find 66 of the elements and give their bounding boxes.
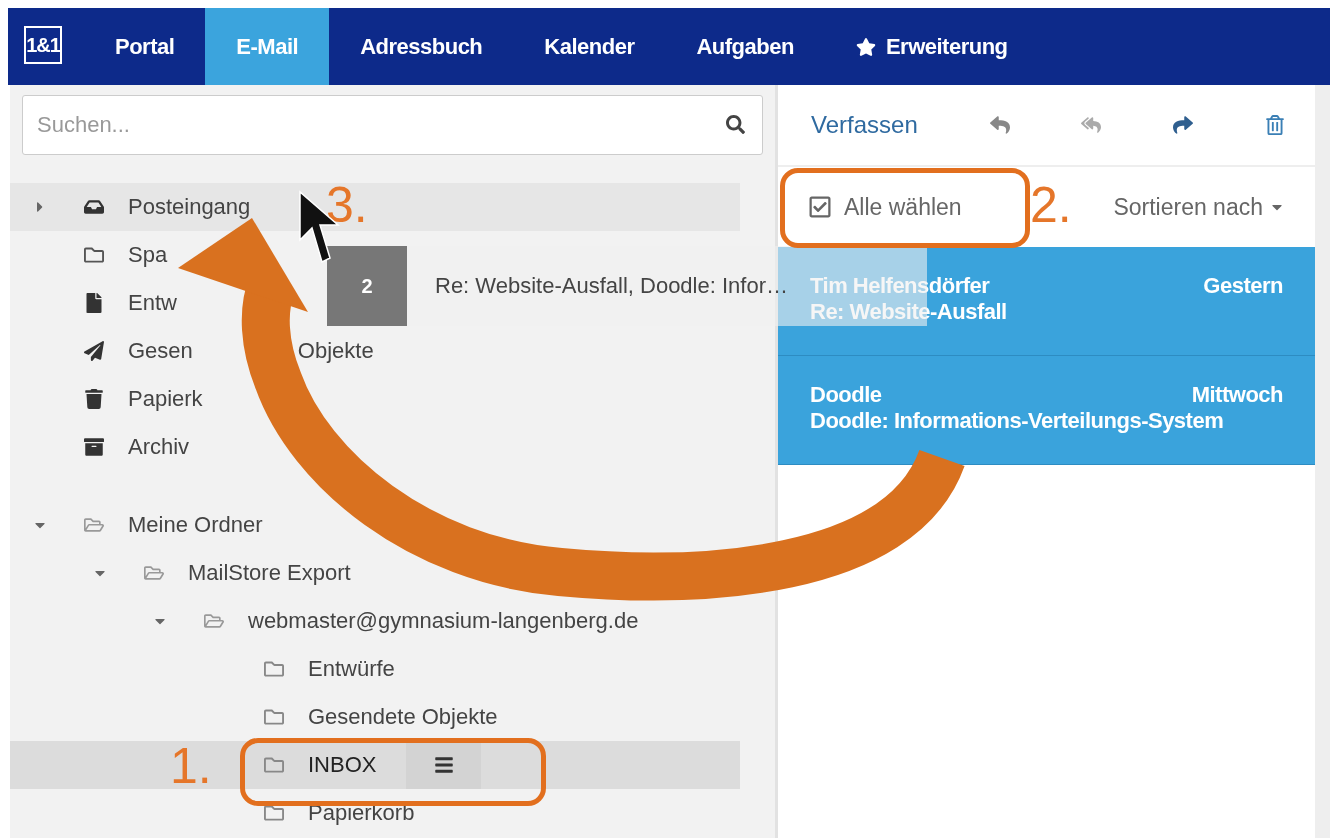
- open-folder-icon: [84, 515, 104, 535]
- folder-row[interactable]: Papierkorb: [10, 789, 415, 837]
- sender: Doodle: [810, 382, 882, 408]
- folder-label: MailStore Export: [188, 560, 351, 586]
- nav-tab[interactable]: Erweiterung: [824, 8, 1039, 85]
- step-number: 3.: [326, 180, 368, 230]
- menu-icon: [433, 755, 454, 775]
- checkbox-icon[interactable]: [808, 195, 832, 219]
- folder-label: Posteingang: [128, 194, 251, 220]
- folder-icon: [84, 245, 104, 265]
- search-field[interactable]: Suchen...: [22, 95, 763, 155]
- folder-label: Papierkorb: [308, 800, 415, 826]
- nav-tab[interactable]: Adressbuch: [329, 8, 514, 85]
- nav-tab[interactable]: Kalender: [513, 8, 666, 85]
- archive-icon: [84, 437, 104, 457]
- paper-plane-icon: [84, 341, 104, 361]
- folder-label: Gesendete Objekte: [308, 704, 498, 730]
- file-icon: [84, 293, 104, 313]
- sort-button[interactable]: Sortieren nach: [1113, 193, 1285, 221]
- subject: Doodle: Informations-Verteilungs-System: [810, 408, 1224, 433]
- folder-icon: [264, 755, 284, 775]
- folder-row[interactable]: Spa: [10, 231, 168, 279]
- star-icon: [855, 36, 876, 57]
- trash-icon: [84, 389, 104, 409]
- folder-label: Gesen: [128, 338, 193, 364]
- folder-icon: [264, 803, 284, 823]
- open-folder-icon: [204, 611, 224, 631]
- folder-label: Entwürfe: [308, 656, 395, 682]
- menu-button[interactable]: [406, 741, 482, 789]
- folder-row[interactable]: Gesendete Objekte: [10, 693, 498, 741]
- open-folder-icon: [144, 563, 164, 583]
- nav-tab[interactable]: Aufgaben: [665, 8, 825, 85]
- folder-label: Spa: [128, 242, 168, 268]
- folder-row[interactable]: 1. INBOX: [10, 741, 740, 789]
- folder-label: Archiv: [128, 434, 190, 460]
- nav-tab[interactable]: Portal: [84, 8, 206, 85]
- step-number: 2.: [1030, 180, 1072, 230]
- folder-row[interactable]: MailStore Export: [10, 549, 351, 597]
- folder-row[interactable]: Papierk: [10, 375, 203, 423]
- folder-row[interactable]: Posteingang 3.: [10, 183, 740, 231]
- inbox-icon: [84, 197, 104, 217]
- folder-row[interactable]: Entwürfe: [10, 645, 395, 693]
- folder-row[interactable]: webmaster@gymnasium-langenberg.de: [10, 597, 639, 645]
- folder-label: Objekte: [297, 338, 374, 364]
- folder-label: Meine Ordner: [128, 512, 263, 538]
- date: Gestern: [1203, 273, 1283, 299]
- folder-row[interactable]: Archiv: [10, 423, 190, 471]
- compose-button[interactable]: Verfassen: [811, 111, 918, 139]
- folder-label: Papierk: [128, 386, 203, 412]
- folder-icon: [264, 707, 284, 727]
- search-icon[interactable]: [726, 115, 745, 134]
- step-number: 1.: [170, 741, 212, 791]
- folder-row[interactable]: Entw: [10, 279, 177, 327]
- folder-label: INBOX: [308, 752, 377, 778]
- folder-label: webmaster@gymnasium-langenberg.de: [248, 608, 639, 634]
- folder-icon: [264, 659, 284, 679]
- reply-icon[interactable]: [989, 115, 1010, 135]
- drag-count: 2: [327, 246, 407, 326]
- trash-icon[interactable]: [1265, 115, 1285, 135]
- folder-row[interactable]: Gesen Objekte: [10, 327, 374, 375]
- date: Mittwoch: [1191, 382, 1283, 408]
- folder-label: Entw: [128, 290, 177, 316]
- forward-icon[interactable]: [1173, 115, 1194, 135]
- select-all-button[interactable]: Alle wählen: [808, 193, 962, 221]
- folder-row[interactable]: Meine Ordner: [10, 501, 263, 549]
- logo[interactable]: 1&1: [24, 26, 62, 64]
